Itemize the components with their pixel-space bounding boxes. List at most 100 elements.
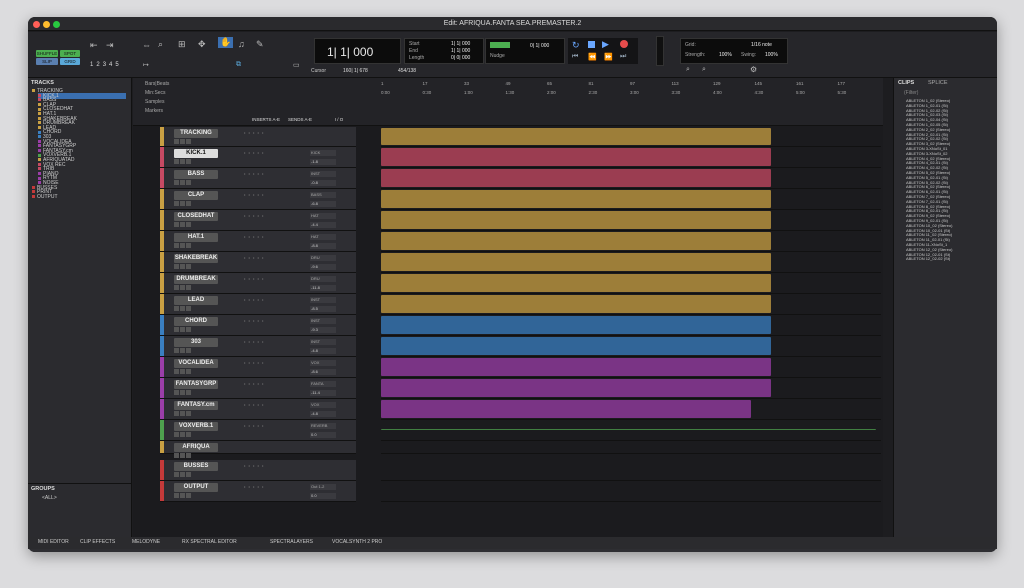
insert-slots[interactable]: • • • • • xyxy=(244,276,304,281)
io-selector[interactable]: INST xyxy=(310,339,336,345)
track-header[interactable]: CLAP • • • • • BASS -6.8 xyxy=(160,189,356,210)
insert-slots[interactable]: • • • • • xyxy=(244,213,304,218)
solo-mute-buttons[interactable] xyxy=(174,411,191,417)
audio-clip[interactable] xyxy=(381,148,771,166)
track-name[interactable]: TRACKING xyxy=(174,129,218,138)
audio-clip[interactable] xyxy=(381,211,771,229)
solo-mute-buttons[interactable] xyxy=(174,493,191,499)
shuffle-mode-button[interactable]: SHUFFLE xyxy=(36,50,58,57)
bottom-tab[interactable]: CLIP EFFECTS xyxy=(80,539,115,545)
track-header[interactable]: BASS • • • • • INST -0.8 xyxy=(160,168,356,189)
bottom-tab[interactable]: RX SPECTRAL EDITOR xyxy=(182,539,237,545)
track-lane[interactable] xyxy=(381,460,881,481)
volume-readout[interactable]: -8.5 xyxy=(310,306,336,312)
speaker-tool-icon[interactable]: ♫ xyxy=(238,39,245,49)
audio-clip[interactable] xyxy=(381,295,771,313)
track-lane[interactable] xyxy=(381,189,881,210)
grid-toggle[interactable] xyxy=(490,42,510,48)
track-lane[interactable] xyxy=(381,481,881,502)
insert-slots[interactable]: • • • • • xyxy=(244,463,304,468)
volume-readout[interactable]: -8.8 xyxy=(310,243,336,249)
track-header[interactable]: 303 • • • • • INST -4.8 xyxy=(160,336,356,357)
record-icon[interactable] xyxy=(620,40,628,48)
track-lane[interactable] xyxy=(381,441,881,454)
volume-readout[interactable]: -4.8 xyxy=(310,348,336,354)
track-name[interactable]: KICK.1 xyxy=(174,149,218,158)
grid-mode-button[interactable]: GRID xyxy=(60,58,80,65)
audio-clip[interactable] xyxy=(381,253,771,271)
io-selector[interactable]: INST xyxy=(310,171,336,177)
io-selector[interactable]: FANTA xyxy=(310,381,336,387)
main-counter[interactable]: 1| 1| 000 xyxy=(314,38,401,64)
track-header[interactable]: VOXVERB.1 • • • • • REVERB 0.0 xyxy=(160,420,356,441)
zoom-in-icon[interactable]: ⌕ xyxy=(686,66,690,74)
rewind-icon[interactable]: ⏪ xyxy=(588,53,597,61)
track-lane[interactable] xyxy=(381,210,881,231)
audio-clip[interactable] xyxy=(381,316,771,334)
clips-tab[interactable]: CLIPS xyxy=(898,80,914,86)
solo-mute-buttons[interactable] xyxy=(174,453,191,459)
clip-list-item[interactable]: ABLETON 12_02-02 (St) xyxy=(906,256,950,261)
volume-readout[interactable]: 0.0 xyxy=(310,493,336,499)
play-icon[interactable]: ▶ xyxy=(602,39,609,50)
track-header[interactable]: OUTPUT • • • • • Out 1-2 0.0 xyxy=(160,481,356,502)
track-name[interactable]: CHORD xyxy=(174,317,218,326)
solo-mute-buttons[interactable] xyxy=(174,285,191,291)
solo-mute-buttons[interactable] xyxy=(174,243,191,249)
pencil-tool-icon[interactable]: ✎ xyxy=(256,39,264,50)
insert-slots[interactable]: • • • • • xyxy=(244,171,304,176)
fast-forward-icon[interactable]: ⏩ xyxy=(604,53,613,61)
audio-clip[interactable] xyxy=(381,337,771,355)
track-lane[interactable] xyxy=(381,273,881,294)
bottom-tab[interactable]: SPECTRALAYERS xyxy=(270,539,313,545)
volume-readout[interactable]: -11.8 xyxy=(310,285,336,291)
track-header[interactable]: CHORD • • • • • INST -9.3 xyxy=(160,315,356,336)
zoom-presets[interactable]: 12345 xyxy=(90,62,122,68)
audio-clip[interactable] xyxy=(381,190,771,208)
solo-mute-buttons[interactable] xyxy=(174,327,191,333)
audio-clip[interactable] xyxy=(381,274,771,292)
slip-mode-button[interactable]: SLIP xyxy=(36,58,58,65)
track-name[interactable]: FANTASYGRP xyxy=(174,380,218,389)
insert-slots[interactable]: • • • • • xyxy=(244,484,304,489)
volume-readout[interactable]: -6.8 xyxy=(310,201,336,207)
audio-clip[interactable] xyxy=(381,400,751,418)
track-lane[interactable] xyxy=(381,231,881,252)
link-icon[interactable]: ⧉ xyxy=(236,61,241,69)
track-header[interactable]: LEAD • • • • • INST -8.5 xyxy=(160,294,356,315)
solo-mute-buttons[interactable] xyxy=(174,264,191,270)
track-name[interactable]: FANTASY.cm xyxy=(174,401,218,410)
track-name[interactable]: 303 xyxy=(174,338,218,347)
clips-filter-input[interactable]: (Filter) xyxy=(904,90,918,96)
tracklist-item[interactable]: OUTPUT xyxy=(32,194,58,200)
solo-mute-buttons[interactable] xyxy=(174,222,191,228)
bottom-tab[interactable]: MIDI EDITOR xyxy=(38,539,69,545)
track-name[interactable]: CLOSEDHAT xyxy=(174,212,218,221)
volume-readout[interactable]: -4.8 xyxy=(310,411,336,417)
solo-mute-buttons[interactable] xyxy=(174,348,191,354)
track-lane[interactable] xyxy=(381,357,881,378)
io-selector[interactable]: KICK xyxy=(310,150,336,156)
insert-slots[interactable]: • • • • • xyxy=(244,318,304,323)
audio-clip[interactable] xyxy=(381,379,771,397)
track-lane[interactable] xyxy=(381,315,881,336)
track-name[interactable]: DRUMBREAK xyxy=(174,275,218,284)
track-name[interactable]: CLAP xyxy=(174,191,218,200)
trim-tool-icon[interactable]: ⇔ xyxy=(142,40,151,50)
bottom-tab[interactable]: VOCALSYNTH 2 PRO xyxy=(332,539,382,545)
track-header[interactable]: VOCALIDEA • • • • • VOX -8.6 xyxy=(160,357,356,378)
zoom-icon[interactable]: ⇤ xyxy=(90,40,98,51)
io-selector[interactable]: INST xyxy=(310,318,336,324)
track-lane[interactable] xyxy=(381,147,881,168)
track-name[interactable]: OUTPUT xyxy=(174,483,218,492)
selection-counter[interactable]: Start End Length 1| 1| 000 1| 1| 000 0| … xyxy=(404,38,484,64)
search-icon[interactable]: ⌕ xyxy=(158,39,163,50)
zoom-out-small-icon[interactable]: ⌕ xyxy=(702,66,706,74)
insert-slots[interactable]: • • • • • xyxy=(244,381,304,386)
tab-to-transient-icon[interactable]: ↦ xyxy=(143,61,149,69)
nudge-counter[interactable]: Nudge 0| 1| 000 xyxy=(485,38,565,64)
volume-readout[interactable]: -8.6 xyxy=(310,369,336,375)
audio-clip[interactable] xyxy=(381,429,876,439)
spot-mode-button[interactable]: SPOT xyxy=(60,50,80,57)
track-lane[interactable] xyxy=(381,127,881,147)
